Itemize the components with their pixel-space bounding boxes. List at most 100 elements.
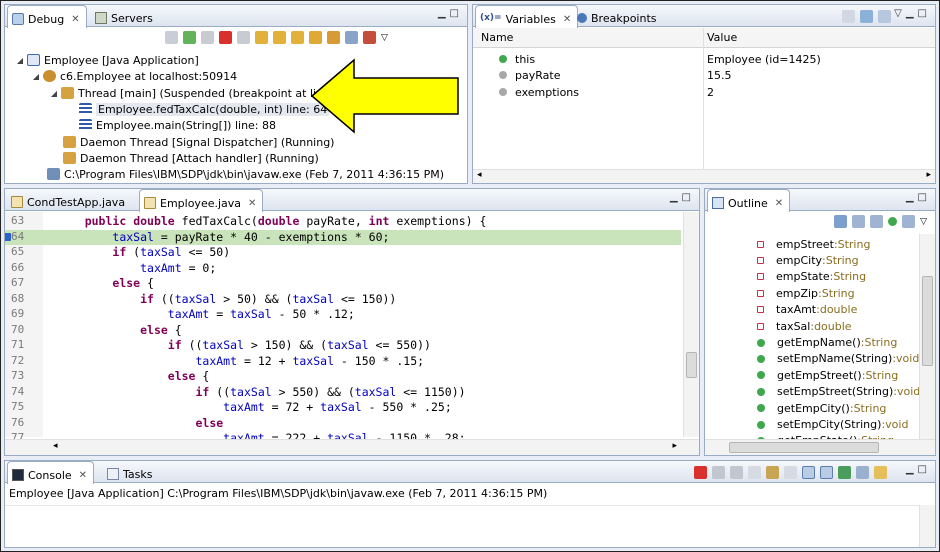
private-field-icon (757, 306, 764, 314)
tab-outline[interactable]: Outline ✕ (707, 189, 791, 212)
table-row[interactable]: payRate 15.5 (473, 67, 935, 83)
tab-breakpoints[interactable]: Breakpoints (573, 5, 663, 27)
outline-item[interactable]: empStreet : String (705, 236, 917, 252)
show-logical-structure-icon[interactable] (860, 10, 873, 23)
vertical-scrollbar[interactable] (919, 234, 935, 439)
outline-item[interactable]: empZip : String (705, 285, 917, 301)
outline-item[interactable]: empState : String (705, 269, 917, 285)
maximize-icon[interactable]: □ (918, 464, 931, 475)
minimize-icon[interactable]: ▁ (670, 192, 682, 203)
outline-item[interactable]: taxSal : double (705, 318, 917, 334)
minimize-icon[interactable]: ▁ (438, 8, 450, 19)
minimize-icon[interactable]: ▁ (906, 8, 918, 19)
code-line[interactable]: 69 taxAmt = taxSal - 50 * .12; (5, 307, 681, 323)
show-type-names-icon[interactable] (842, 10, 855, 23)
maximize-icon[interactable]: □ (682, 192, 695, 203)
hide-fields-icon[interactable] (852, 215, 866, 228)
show-on-stdout-icon[interactable] (802, 466, 815, 479)
horizontal-scrollbar[interactable]: ◂ ▸ (5, 439, 699, 455)
hide-static-icon[interactable] (870, 215, 884, 228)
outline-item[interactable]: getEmpCity() : String (705, 400, 917, 416)
tab-console[interactable]: Console ✕ (7, 461, 95, 484)
scroll-right-icon[interactable]: ▸ (926, 170, 931, 180)
tab-tasks[interactable]: Tasks (103, 461, 158, 483)
code-line[interactable]: 71 if ((taxSal > 150) && (taxSal <= 550)… (5, 338, 681, 354)
tab-variables[interactable]: (x)= Variables ✕ (475, 5, 579, 28)
code-line[interactable]: 74 if ((taxSal > 550) && (taxSal <= 1150… (5, 385, 681, 401)
tab-debug[interactable]: Debug ✕ (7, 5, 87, 28)
scrollbar-thumb[interactable] (686, 352, 697, 378)
scroll-left-icon[interactable]: ◂ (477, 170, 482, 180)
outline-item[interactable]: getEmpName() : String (705, 334, 917, 350)
hide-non-public-icon[interactable] (888, 217, 898, 226)
remove-all-terminated-icon[interactable] (730, 466, 743, 479)
horizontal-scrollbar[interactable]: ◂ ▸ (473, 169, 935, 183)
tab-servers-label: Servers (111, 11, 153, 25)
scrollbar-thumb[interactable] (922, 276, 933, 366)
show-on-stderr-icon[interactable] (820, 466, 833, 479)
tree-item[interactable]: Daemon Thread [Signal Dispatcher] (Runni… (5, 134, 467, 150)
table-row[interactable]: exemptions 2 (473, 84, 935, 100)
minimize-icon[interactable]: ▁ (906, 464, 918, 475)
close-icon[interactable]: ✕ (775, 198, 783, 209)
open-console-icon[interactable] (874, 466, 887, 479)
column-header-name[interactable]: Name (481, 31, 513, 44)
terminate-icon[interactable] (694, 466, 707, 479)
tree-item[interactable]: Daemon Thread [Attach handler] (Running) (5, 150, 467, 166)
outline-item[interactable]: setEmpCity(String) : void (705, 416, 917, 432)
tab-condtestapp[interactable]: CondTestApp.java (7, 189, 131, 211)
scroll-right-icon[interactable]: ▸ (672, 441, 677, 451)
minimize-icon[interactable]: ▁ (906, 192, 918, 203)
view-menu-icon[interactable]: ▽ (894, 8, 906, 19)
tab-servers[interactable]: Servers (91, 5, 159, 27)
clear-console-icon[interactable] (748, 466, 761, 479)
code-line[interactable]: 67 else { (5, 276, 681, 292)
code-line[interactable]: 65 if (taxSal <= 50) (5, 245, 681, 261)
console-output[interactable] (5, 505, 919, 547)
close-icon[interactable]: ✕ (248, 198, 256, 209)
maximize-icon[interactable]: □ (918, 192, 931, 203)
tab-employee-java[interactable]: Employee.java ✕ (139, 189, 264, 212)
sort-icon[interactable] (834, 215, 848, 228)
code-line[interactable]: 72 taxAmt = 12 + taxSal - 150 * .15; (5, 354, 681, 370)
code-line[interactable]: 75 taxAmt = 72 + taxSal - 550 * .25; (5, 400, 681, 416)
maximize-icon[interactable]: □ (918, 8, 931, 19)
scroll-left-icon[interactable]: ◂ (53, 441, 58, 451)
outline-item[interactable]: getEmpStreet() : String (705, 367, 917, 383)
expand-triangle-icon[interactable]: ◢ (31, 72, 41, 81)
table-row[interactable]: this Employee (id=1425) (473, 51, 935, 67)
outline-item[interactable]: setEmpStreet(String) : void (705, 384, 920, 400)
close-icon[interactable]: ✕ (563, 14, 571, 25)
close-icon[interactable]: ✕ (71, 14, 79, 25)
expand-triangle-icon[interactable]: ◢ (49, 89, 59, 98)
vertical-scrollbar[interactable] (919, 505, 935, 547)
scrollbar-thumb[interactable] (729, 442, 879, 453)
display-selected-console-icon[interactable] (856, 466, 869, 479)
vertical-scrollbar[interactable] (683, 212, 699, 437)
tree-item[interactable]: C:\Program Files\IBM\SDP\jdk\bin\javaw.e… (5, 166, 467, 182)
column-header-value[interactable]: Value (707, 31, 737, 44)
scroll-lock-icon[interactable] (766, 466, 779, 479)
code-line-current[interactable]: 64 taxSal = payRate * 40 - exemptions * … (5, 229, 681, 245)
outline-item[interactable]: empCity : String (705, 252, 917, 268)
code-line[interactable]: 66 taxAmt = 0; (5, 261, 681, 277)
pin-console-icon[interactable] (838, 466, 851, 479)
outline-item[interactable]: taxAmt : double (705, 302, 917, 318)
word-wrap-icon[interactable] (784, 466, 797, 479)
close-icon[interactable]: ✕ (79, 470, 87, 481)
outline-item[interactable]: setEmpName(String) : void (705, 351, 919, 367)
code-line[interactable]: 68 if ((taxSal > 50) && (taxSal <= 150)) (5, 292, 681, 308)
view-menu-icon[interactable]: ▽ (920, 217, 927, 227)
code-line[interactable]: 63 public double fedTaxCalc(double payRa… (5, 214, 681, 230)
code-line[interactable]: 70 else { (5, 323, 681, 339)
tree-item-label: Employee [Java Application] (44, 53, 199, 67)
maximize-icon[interactable]: □ (450, 8, 463, 19)
remove-launch-icon[interactable] (712, 466, 725, 479)
hide-local-types-icon[interactable] (902, 215, 916, 228)
collapse-all-icon[interactable] (878, 10, 891, 23)
code-line[interactable]: 73 else { (5, 369, 681, 385)
horizontal-scrollbar[interactable] (705, 439, 935, 455)
expand-triangle-icon[interactable]: ◢ (15, 56, 25, 65)
code-line[interactable]: 76 else (5, 416, 681, 432)
code-area[interactable]: 63 public double fedTaxCalc(double payRa… (5, 212, 699, 445)
